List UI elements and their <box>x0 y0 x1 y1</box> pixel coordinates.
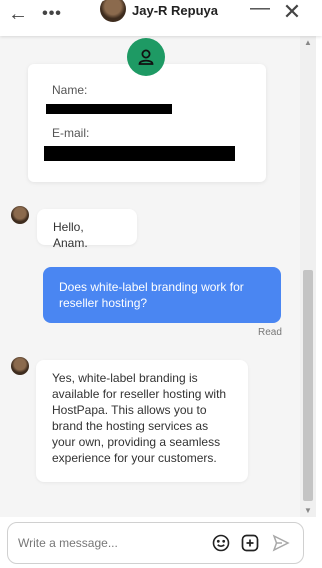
back-arrow-icon[interactable]: ← <box>6 0 30 28</box>
add-attachment-icon[interactable] <box>240 533 260 553</box>
name-label: Name: <box>52 83 88 97</box>
read-receipt: Read <box>258 327 282 338</box>
message-text: Hello, Anam. <box>53 220 88 250</box>
chat-scrollbar[interactable]: ▲ ▼ <box>300 36 316 517</box>
agent-info: Jay-R Repuya <box>99 0 218 26</box>
agent-avatar <box>99 0 126 22</box>
user-profile-icon <box>127 38 165 76</box>
minimize-icon[interactable]: — <box>248 0 272 22</box>
message-text: Yes, white-label branding is available f… <box>52 371 227 465</box>
send-icon[interactable] <box>271 533 291 553</box>
agent-message: Yes, white-label branding is available f… <box>36 360 248 482</box>
agent-avatar-small <box>11 206 29 224</box>
scroll-up-arrow-icon[interactable]: ▲ <box>304 38 312 47</box>
chat-header: ← ••• Jay-R Repuya — ✕ <box>0 0 322 36</box>
redacted-name <box>46 104 172 114</box>
contact-info-card: Name: E-mail: <box>28 64 266 182</box>
agent-name: Jay-R Repuya <box>132 2 218 18</box>
more-options-icon[interactable]: ••• <box>40 0 64 28</box>
scroll-down-arrow-icon[interactable]: ▼ <box>304 506 312 515</box>
online-status-dot <box>99 0 106 1</box>
emoji-icon[interactable] <box>211 533 231 553</box>
scroll-thumb[interactable] <box>303 270 313 501</box>
chat-transcript: Name: E-mail: Hello, Anam. Does white-la… <box>0 36 300 517</box>
agent-message: Hello, Anam. <box>37 209 137 250</box>
email-label: E-mail: <box>52 126 90 140</box>
redacted-email <box>44 146 235 161</box>
agent-avatar-small <box>11 357 29 375</box>
message-text: Does white-label branding work for resel… <box>59 280 244 310</box>
message-composer: Write a message... <box>7 522 304 564</box>
close-icon[interactable]: ✕ <box>280 0 304 26</box>
message-input[interactable]: Write a message... <box>18 536 118 550</box>
user-message: Does white-label branding work for resel… <box>43 267 281 323</box>
